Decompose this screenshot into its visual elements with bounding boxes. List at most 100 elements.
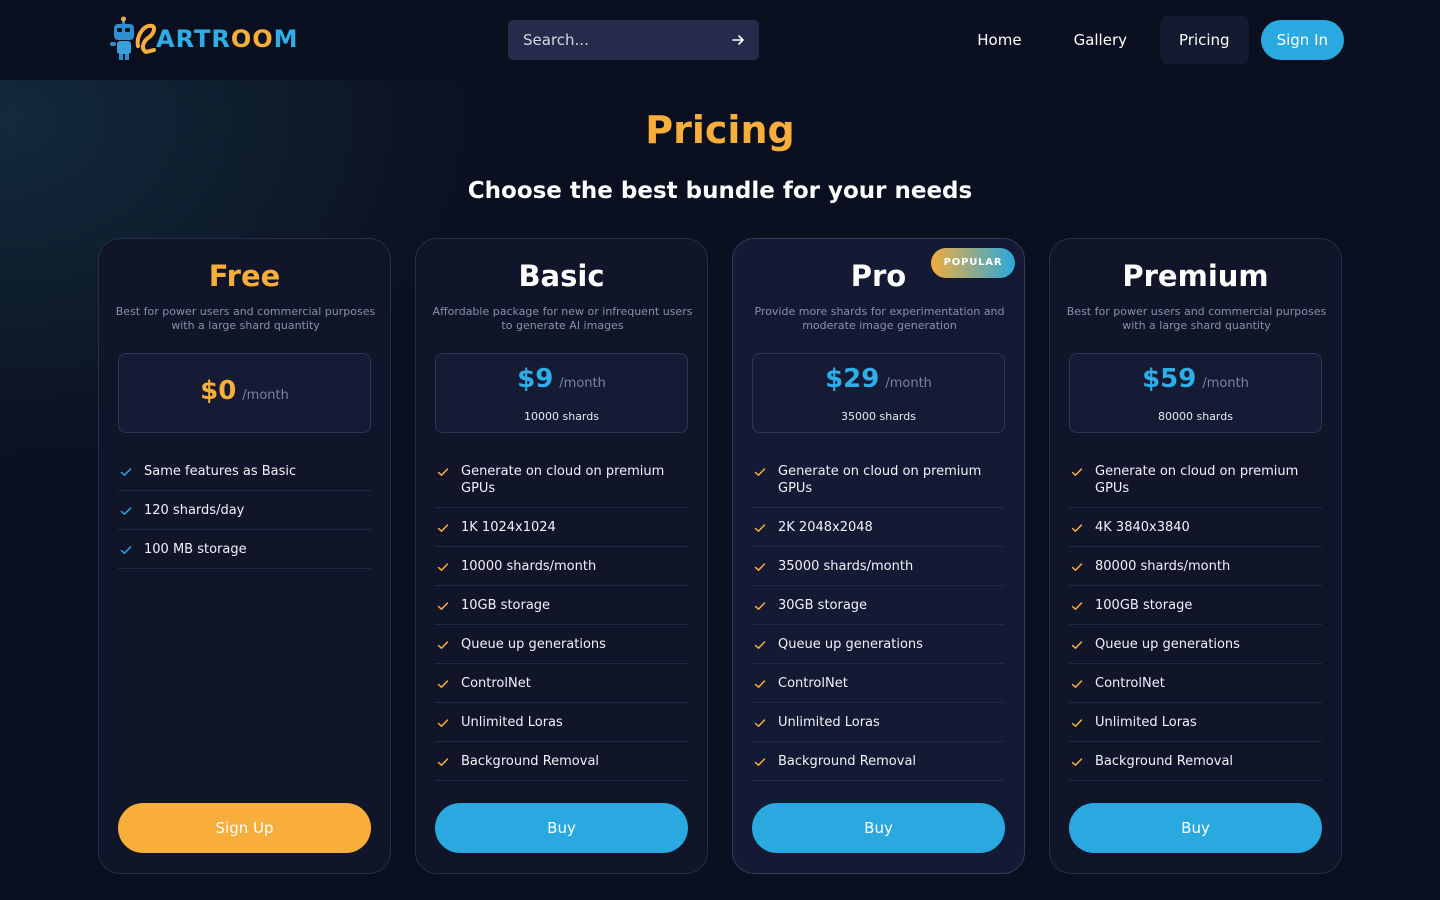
feature-text: Same features as Basic (144, 464, 297, 479)
check-icon (754, 719, 766, 727)
check-icon (1071, 680, 1083, 688)
plan-price: $9 (517, 364, 554, 394)
plan-card-premium: Premium Best for power users and commerc… (1049, 238, 1342, 874)
price-box: $0/month (118, 353, 371, 433)
search-input[interactable] (523, 31, 731, 49)
check-icon (1071, 758, 1083, 766)
feature-text: Unlimited Loras (461, 715, 563, 730)
feature-text: 100 MB storage (144, 542, 247, 557)
check-icon (754, 758, 766, 766)
feature-item: Unlimited Loras (435, 703, 688, 742)
check-icon (754, 524, 766, 532)
sign-in-button[interactable]: Sign In (1260, 20, 1344, 60)
plan-period: /month (1202, 376, 1249, 391)
plan-period: /month (559, 376, 606, 391)
feature-item: 100 MB storage (118, 530, 371, 569)
feature-text: Background Removal (778, 754, 917, 769)
feature-text: 1K 1024x1024 (461, 520, 556, 535)
check-icon (1071, 563, 1083, 571)
check-icon (754, 468, 766, 476)
feature-item: Queue up generations (752, 625, 1005, 664)
feature-item: 1K 1024x1024 (435, 508, 688, 547)
feature-text: Unlimited Loras (778, 715, 880, 730)
feature-list: Generate on cloud on premium GPUs 4K 3840… (1069, 452, 1322, 781)
page-title: Pricing (645, 108, 795, 152)
feature-text: 100GB storage (1095, 598, 1193, 613)
feature-text: 4K 3840x3840 (1095, 520, 1190, 535)
feature-item: 4K 3840x3840 (1069, 508, 1322, 547)
check-icon (120, 468, 132, 476)
feature-item: Queue up generations (435, 625, 688, 664)
feature-item: Unlimited Loras (1069, 703, 1322, 742)
nav-gallery[interactable]: Gallery (1055, 16, 1146, 64)
feature-item: 10GB storage (435, 586, 688, 625)
robot-mascot-icon (110, 16, 157, 60)
check-icon (437, 468, 449, 476)
buy-button-pro[interactable]: Buy (752, 803, 1005, 853)
arrow-right-icon[interactable] (731, 33, 745, 47)
price-line: $29/month (753, 364, 1004, 394)
plan-description: Affordable package for new or infrequent… (432, 305, 693, 332)
feature-text: Generate on cloud on premium GPUs (1095, 464, 1299, 496)
buy-button-basic[interactable]: Buy (435, 803, 688, 853)
feature-item: Background Removal (1069, 742, 1322, 781)
plan-shards: 35000 shards (841, 410, 916, 423)
check-icon (754, 602, 766, 610)
plan-shards: 10000 shards (524, 410, 599, 423)
feature-list: Same features as Basic 120 shards/day 100 … (118, 452, 371, 569)
page-subtitle: Choose the best bundle for your needs (467, 178, 973, 204)
brand-wordmark: ARTROOM (156, 25, 299, 53)
plan-price: $59 (1142, 364, 1197, 394)
brand-text-start: ARTR (156, 25, 231, 53)
check-icon (754, 641, 766, 649)
feature-item: Background Removal (752, 742, 1005, 781)
feature-text: Queue up generations (1095, 637, 1240, 652)
feature-item: Same features as Basic (118, 452, 371, 491)
plan-period: /month (242, 388, 289, 403)
feature-text: 35000 shards/month (778, 559, 914, 574)
price-box: $59/month 80000 shards (1069, 353, 1322, 433)
feature-item: Queue up generations (1069, 625, 1322, 664)
plan-price: $29 (825, 364, 880, 394)
feature-item: 80000 shards/month (1069, 547, 1322, 586)
plan-name: Free (208, 259, 281, 293)
feature-text: 10GB storage (461, 598, 551, 613)
sign-up-button[interactable]: Sign Up (118, 803, 371, 853)
feature-item: 100GB storage (1069, 586, 1322, 625)
plan-description: Best for power users and commercial purp… (115, 305, 376, 332)
feature-text: Generate on cloud on premium GPUs (778, 464, 982, 496)
check-icon (437, 719, 449, 727)
feature-text: ControlNet (461, 676, 531, 691)
price-line: $59/month (1070, 364, 1321, 394)
nav-home[interactable]: Home (958, 16, 1040, 64)
feature-text: ControlNet (1095, 676, 1165, 691)
plan-card-pro: POPULAR Pro Provide more shards for expe… (732, 238, 1025, 874)
price-line: $0/month (119, 376, 370, 406)
feature-item: 30GB storage (752, 586, 1005, 625)
buy-button-premium[interactable]: Buy (1069, 803, 1322, 853)
brand-logo[interactable]: ARTROOM (108, 16, 299, 62)
check-icon (437, 524, 449, 532)
feature-text: Queue up generations (778, 637, 923, 652)
plan-name: Basic (518, 259, 605, 293)
feature-text: Generate on cloud on premium GPUs (461, 464, 665, 496)
feature-list: Generate on cloud on premium GPUs 1K 1024… (435, 452, 688, 781)
feature-item: ControlNet (1069, 664, 1322, 703)
check-icon (437, 602, 449, 610)
check-icon (754, 563, 766, 571)
brand-text-accent: OO (230, 25, 274, 53)
feature-text: ControlNet (778, 676, 848, 691)
feature-item: 35000 shards/month (752, 547, 1005, 586)
brand-text-end: M (273, 25, 299, 53)
feature-item: Background Removal (435, 742, 688, 781)
feature-item: ControlNet (435, 664, 688, 703)
plan-price: $0 (200, 376, 237, 406)
check-icon (1071, 468, 1083, 476)
feature-text: 30GB storage (778, 598, 868, 613)
search-bar (508, 20, 759, 60)
nav-pricing[interactable]: Pricing (1160, 16, 1249, 64)
check-icon (437, 680, 449, 688)
plan-name: Premium (1122, 259, 1269, 293)
price-box: $9/month 10000 shards (435, 353, 688, 433)
price-box: $29/month 35000 shards (752, 353, 1005, 433)
